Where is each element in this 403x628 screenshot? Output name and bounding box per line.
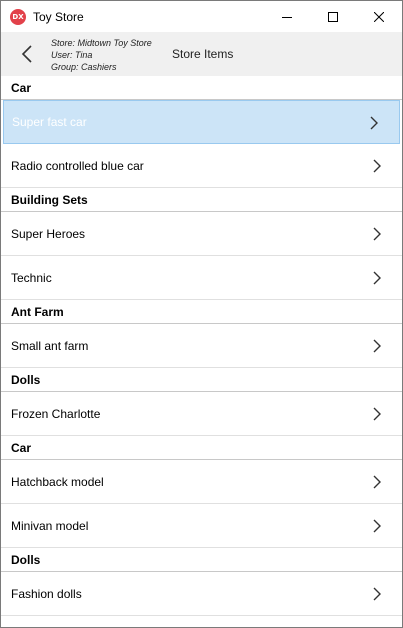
group-header: Ant Farm <box>1 300 402 324</box>
close-icon <box>374 11 384 22</box>
group-header: Dolls <box>1 548 402 572</box>
list-item[interactable]: Super fast car <box>3 100 400 144</box>
chevron-right-icon <box>373 519 381 533</box>
list-item[interactable]: Frozen Charlotte <box>1 392 402 436</box>
maximize-button[interactable] <box>310 1 356 32</box>
list-item[interactable]: Fashion dolls <box>1 572 402 616</box>
chevron-right-icon <box>373 407 381 421</box>
chevron-right-icon <box>373 159 381 173</box>
maximize-icon <box>328 11 338 22</box>
user-label: User: Tina <box>51 50 93 60</box>
list-item[interactable]: Minivan model <box>1 504 402 548</box>
list-item-label: Small ant farm <box>11 338 89 353</box>
list-item-label: Super Heroes <box>11 226 86 241</box>
chevron-right-icon <box>370 116 378 130</box>
back-arrow-icon <box>21 45 32 63</box>
group-label: Group: Cashiers <box>51 62 117 72</box>
window-title: Toy Store <box>33 9 84 24</box>
chevron-right-icon <box>373 227 381 241</box>
group-header: Car <box>1 76 402 100</box>
chevron-right-icon <box>373 587 381 601</box>
list-item[interactable]: Hatchback model <box>1 460 402 504</box>
group-header: Dolls <box>1 368 402 392</box>
chevron-right-icon <box>373 475 381 489</box>
back-button[interactable] <box>15 42 39 66</box>
minimize-button[interactable] <box>264 1 310 32</box>
list-item[interactable]: Radio controlled blue car <box>1 144 402 188</box>
store-items-list: Car Super fast car Radio controlled blue c… <box>1 76 402 616</box>
close-button[interactable] <box>356 1 402 32</box>
list-item-label: Hatchback model <box>11 474 104 489</box>
list-item-label: Technic <box>11 270 52 285</box>
group-header: Building Sets <box>1 188 402 212</box>
app-logo-icon: DX <box>10 8 26 25</box>
store-label: Store: Midtown Toy Store <box>51 38 152 48</box>
chevron-right-icon <box>373 271 381 285</box>
session-info: Store: Midtown Toy Store User: Tina Grou… <box>51 37 152 73</box>
list-item-label: Frozen Charlotte <box>11 406 101 421</box>
list-item[interactable]: Super Heroes <box>1 212 402 256</box>
chevron-right-icon <box>373 339 381 353</box>
list-item-label: Super fast car <box>12 115 87 129</box>
app-window: DX Toy Store Store: Midtown Toy Store Us… <box>0 0 403 628</box>
title-bar: DX Toy Store <box>1 1 402 32</box>
list-item-label: Minivan model <box>11 518 89 533</box>
minimize-icon <box>282 16 292 18</box>
list-item[interactable]: Small ant farm <box>1 324 402 368</box>
page-header: Store: Midtown Toy Store User: Tina Grou… <box>1 32 402 76</box>
list-item-label: Fashion dolls <box>11 586 82 601</box>
list-item-label: Radio controlled blue car <box>11 158 144 173</box>
list-item[interactable]: Technic <box>1 256 402 300</box>
page-title: Store Items <box>172 47 234 61</box>
group-header: Car <box>1 436 402 460</box>
